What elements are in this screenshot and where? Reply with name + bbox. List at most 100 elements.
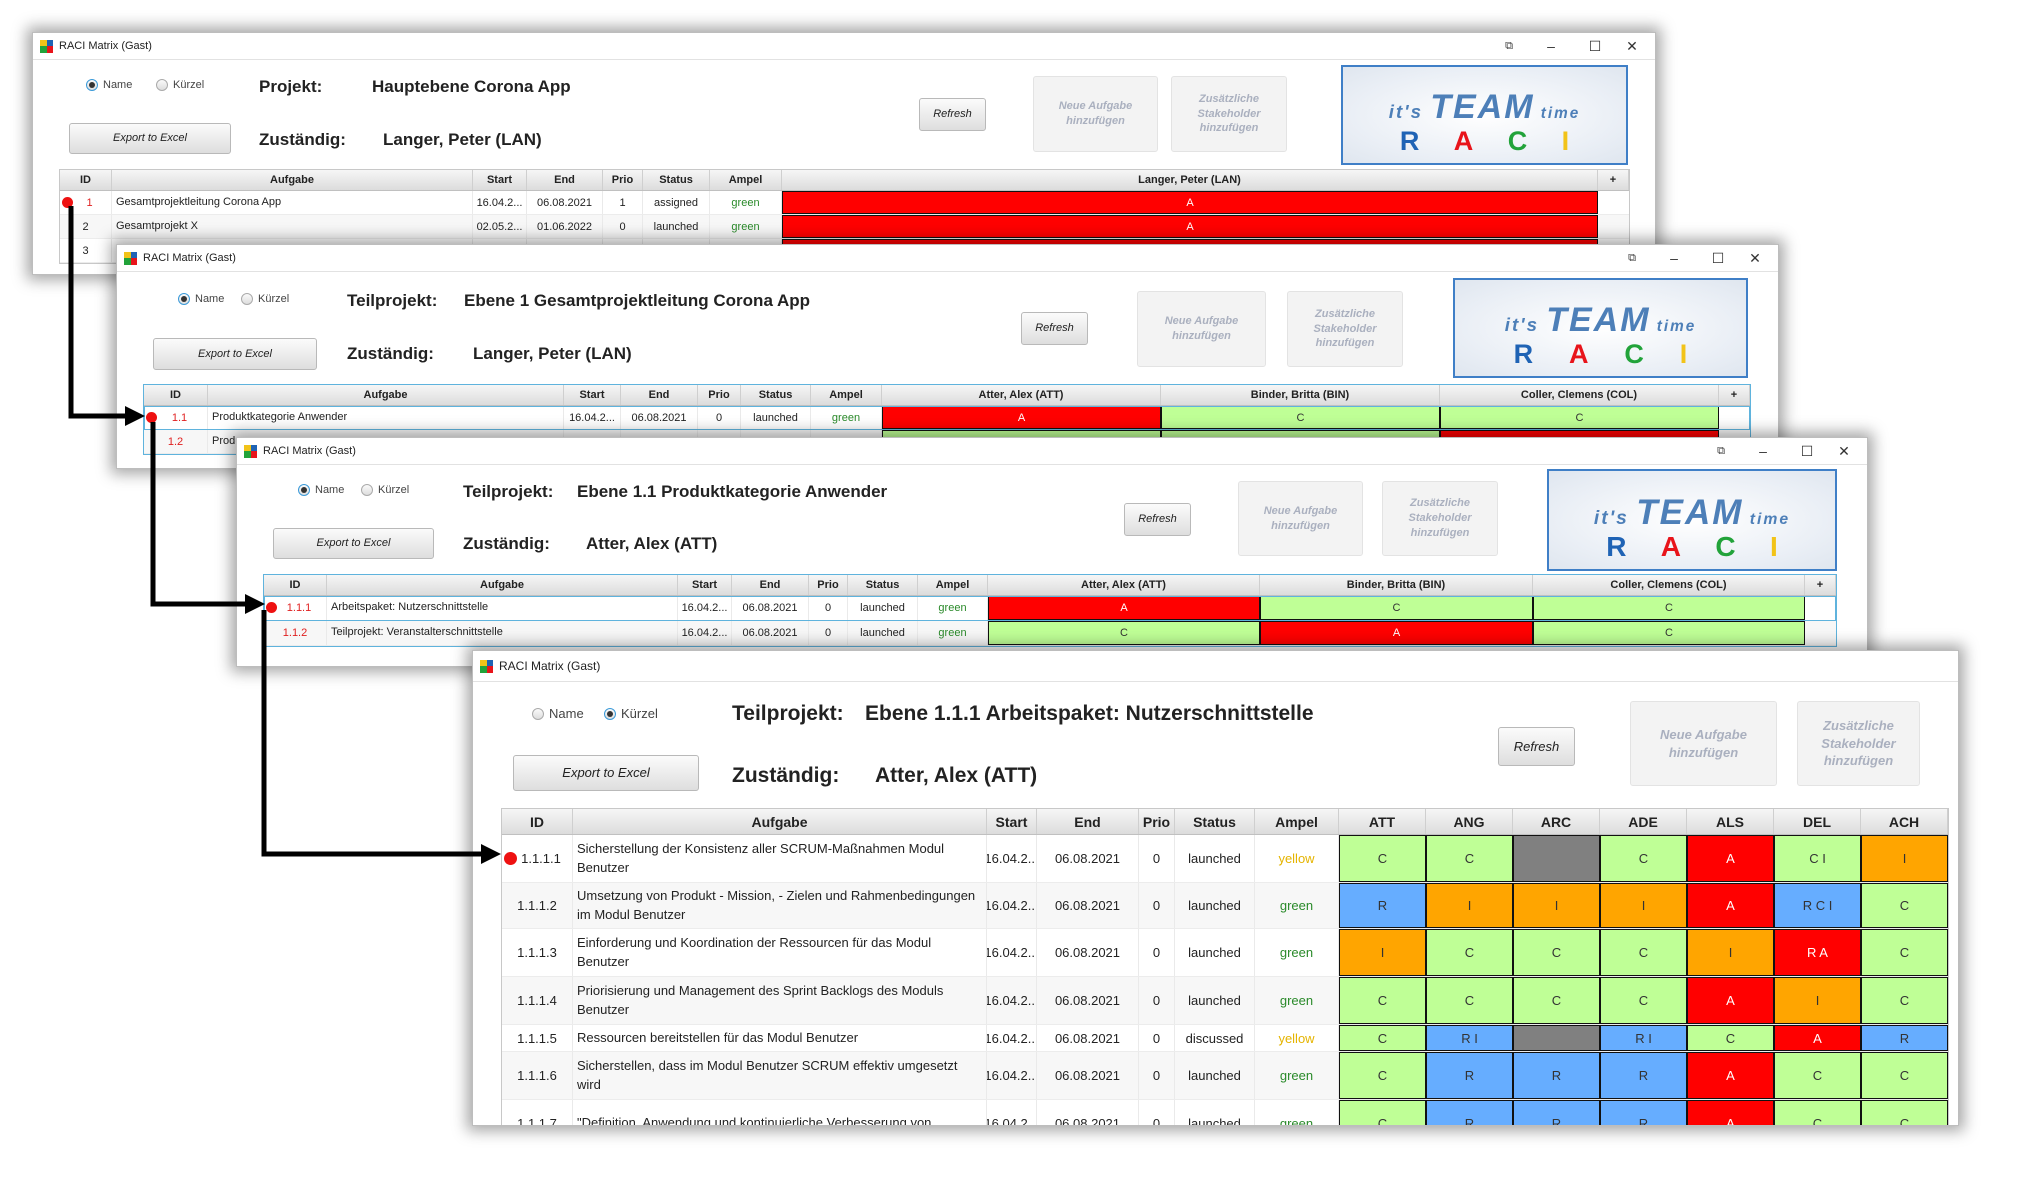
raci-cell[interactable]: C — [1161, 406, 1440, 429]
raci-cell[interactable]: R I — [1600, 1025, 1687, 1051]
raci-cell[interactable]: R — [1513, 1052, 1600, 1099]
add-column-button[interactable]: + — [1719, 385, 1750, 405]
column-header-aufgabe[interactable]: Aufgabe — [208, 385, 564, 405]
raci-cell[interactable]: C — [1426, 977, 1513, 1024]
radio-name[interactable]: Name — [532, 706, 584, 721]
table-row[interactable]: 2 Gesamtprojekt X 02.05.2... 01.06.2022 0 lau… — [60, 215, 1629, 239]
table-row[interactable]: 1.1.1.1 Sicherstellung der Konsistenz all… — [502, 835, 1948, 883]
raci-cell[interactable]: R C I — [1774, 883, 1861, 928]
column-header-aufgabe[interactable]: Aufgabe — [327, 575, 678, 595]
close-icon[interactable]: ✕ — [1617, 38, 1647, 55]
raci-cell[interactable]: C — [1339, 977, 1426, 1024]
table-row[interactable]: 1.1.2 Teilprojekt: Veranstalterschnittste… — [264, 621, 1836, 646]
stakeholder-column-header[interactable]: ATT — [1339, 809, 1426, 834]
column-header-status[interactable]: Status — [848, 575, 918, 595]
raci-cell[interactable]: C — [1774, 1100, 1861, 1125]
column-header-status[interactable]: Status — [741, 385, 811, 405]
raci-cell[interactable]: C — [1426, 929, 1513, 976]
tablet-mode-icon[interactable]: ⧉ — [1701, 445, 1741, 458]
raci-cell[interactable]: C — [1774, 1052, 1861, 1099]
column-header-aufgabe[interactable]: Aufgabe — [112, 170, 473, 190]
raci-cell[interactable]: R I — [1426, 1025, 1513, 1051]
column-header-prio[interactable]: Prio — [809, 575, 848, 595]
refresh-button[interactable]: Refresh — [1498, 727, 1575, 766]
refresh-button[interactable]: Refresh — [1124, 503, 1191, 536]
raci-cell[interactable]: C — [1861, 1052, 1948, 1099]
column-header-end[interactable]: End — [527, 170, 603, 190]
stakeholder-column-header[interactable]: ALS — [1687, 809, 1774, 834]
raci-cell[interactable]: C — [1861, 929, 1948, 976]
radio-kuerzel[interactable]: Kürzel — [361, 484, 409, 496]
raci-cell[interactable]: I — [1861, 835, 1948, 882]
radio-name[interactable]: Name — [298, 484, 344, 496]
raci-cell[interactable]: C — [1339, 835, 1426, 882]
stakeholder-column-header[interactable]: Langer, Peter (LAN) — [782, 170, 1598, 190]
table-row[interactable]: 1.1.1.5 Ressourcen bereitstellen für das … — [502, 1025, 1948, 1052]
raci-cell[interactable]: R — [1861, 1025, 1948, 1051]
raci-cell[interactable]: C — [988, 621, 1260, 645]
radio-kuerzel[interactable]: Kürzel — [156, 79, 204, 91]
table-row[interactable]: 1 Gesamtprojektleitung Corona App 16.04.2.… — [60, 191, 1629, 215]
raci-cell[interactable]: I — [1774, 977, 1861, 1024]
radio-button[interactable] — [361, 484, 373, 496]
raci-cell[interactable]: R — [1426, 1052, 1513, 1099]
raci-cell[interactable]: C — [1426, 835, 1513, 882]
tablet-mode-icon[interactable]: ⧉ — [1612, 252, 1652, 265]
stakeholder-column-header[interactable]: Atter, Alex (ATT) — [882, 385, 1161, 405]
column-header-ampel[interactable]: Ampel — [710, 170, 782, 190]
raci-cell[interactable] — [1513, 1025, 1600, 1051]
raci-cell[interactable]: C — [1600, 977, 1687, 1024]
raci-cell[interactable]: C — [1440, 406, 1719, 429]
column-header-prio[interactable]: Prio — [603, 170, 643, 190]
add-column-button[interactable]: + — [1598, 170, 1629, 190]
maximize-icon[interactable]: ☐ — [1696, 250, 1740, 267]
raci-cell[interactable]: C I — [1774, 835, 1861, 882]
stakeholder-column-header[interactable]: Coller, Clemens (COL) — [1533, 575, 1805, 595]
raci-cell[interactable]: I — [1513, 883, 1600, 928]
raci-cell[interactable]: I — [1426, 883, 1513, 928]
raci-cell[interactable]: C — [1600, 929, 1687, 976]
radio-name[interactable]: Name — [86, 79, 132, 91]
raci-cell[interactable] — [1513, 835, 1600, 882]
raci-cell[interactable]: R — [1600, 1052, 1687, 1099]
raci-cell[interactable]: C — [1513, 929, 1600, 976]
column-header-start[interactable]: Start — [564, 385, 621, 405]
raci-cell[interactable]: I — [1687, 929, 1774, 976]
radio-button[interactable] — [604, 707, 616, 720]
table-row[interactable]: 1.1.1.7 "Definition, Anwendung und kontin… — [502, 1100, 1948, 1125]
column-header-status[interactable]: Status — [1175, 809, 1255, 834]
stakeholder-column-header[interactable]: Binder, Britta (BIN) — [1260, 575, 1533, 595]
radio-button[interactable] — [298, 484, 310, 496]
add-column-button[interactable]: + — [1805, 575, 1836, 595]
maximize-icon[interactable]: ☐ — [1785, 443, 1829, 460]
stakeholder-column-header[interactable]: ACH — [1861, 809, 1948, 834]
stakeholder-column-header[interactable]: Atter, Alex (ATT) — [988, 575, 1260, 595]
column-header-end[interactable]: End — [621, 385, 698, 405]
table-row[interactable]: 1.1.1 Arbeitspaket: Nutzerschnittstelle 16… — [264, 596, 1836, 621]
stakeholder-column-header[interactable]: ADE — [1600, 809, 1687, 834]
minimize-icon[interactable]: – — [1741, 443, 1785, 459]
raci-cell[interactable]: A — [988, 596, 1260, 620]
raci-cell[interactable]: A — [1774, 1025, 1861, 1051]
close-icon[interactable]: ✕ — [1740, 250, 1770, 267]
column-header-id[interactable]: ID — [60, 170, 112, 190]
radio-button[interactable] — [532, 707, 544, 720]
column-header-start[interactable]: Start — [987, 809, 1037, 834]
minimize-icon[interactable]: – — [1652, 250, 1696, 266]
raci-cell[interactable]: C — [1260, 596, 1533, 620]
table-row[interactable]: 1.1.1.4 Priorisierung und Management des … — [502, 977, 1948, 1025]
column-header-id[interactable]: ID — [144, 385, 208, 405]
raci-cell[interactable]: R — [1600, 1100, 1687, 1125]
raci-cell[interactable]: I — [1339, 929, 1426, 976]
column-header-ampel[interactable]: Ampel — [1255, 809, 1339, 834]
export-to-excel-button[interactable]: Export to Excel — [69, 123, 231, 154]
refresh-button[interactable]: Refresh — [1021, 312, 1088, 345]
raci-cell[interactable]: C — [1339, 1052, 1426, 1099]
table-row[interactable]: 1.1 Produktkategorie Anwender 16.04.2... 06… — [144, 406, 1750, 430]
raci-cell[interactable]: C — [1861, 1100, 1948, 1125]
refresh-button[interactable]: Refresh — [919, 98, 986, 131]
raci-cell[interactable]: C — [1861, 883, 1948, 928]
column-header-ampel[interactable]: Ampel — [918, 575, 988, 595]
raci-cell[interactable]: R A — [1774, 929, 1861, 976]
close-icon[interactable]: ✕ — [1829, 443, 1859, 460]
